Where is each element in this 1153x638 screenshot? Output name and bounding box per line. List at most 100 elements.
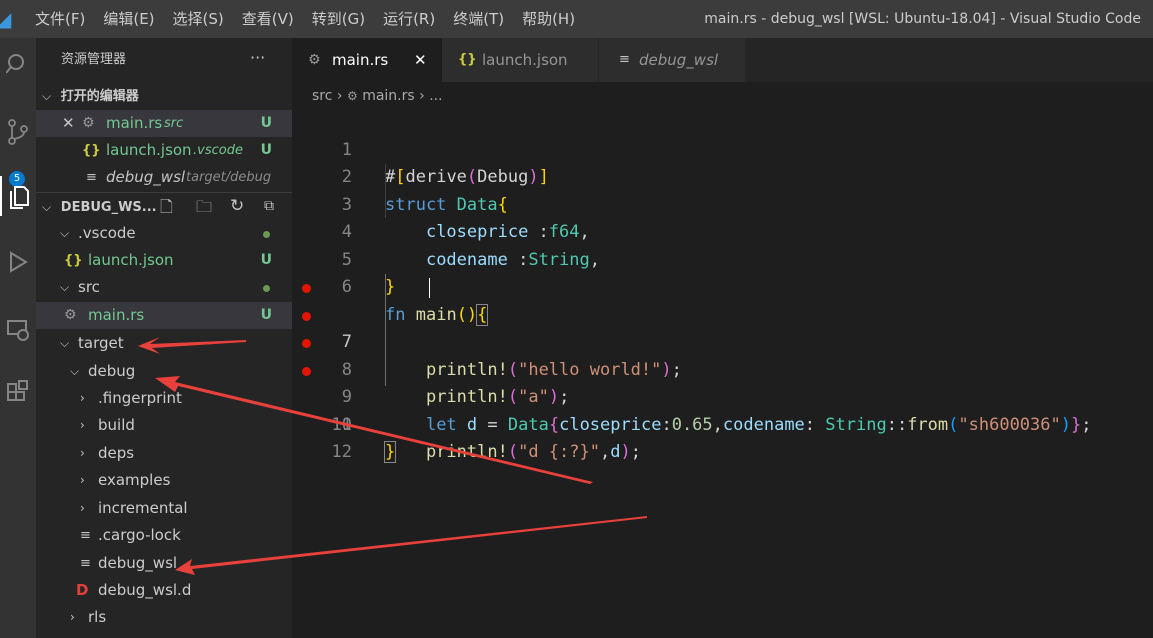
tree-label: debug [88,362,136,380]
chevron-down-icon: ⌵ [70,364,80,378]
code-line: 3 closeprice :f64, [292,164,1153,243]
chevron-right-icon: › [80,501,85,515]
modified-dot-icon [263,231,270,238]
tab-debug-wsl[interactable]: ≡ debug_wsl [599,38,745,82]
menu-selection[interactable]: 选择(S) [164,0,233,38]
tree-folder-vscode[interactable]: ⌵ .vscode [36,220,292,247]
explorer-sidebar: 资源管理器 ··· ⌵ 打开的编辑器 ✕ ⚙ main.rs src U {} … [36,38,292,638]
line-number: 12 [331,442,352,462]
close-icon[interactable]: ✕ [62,110,75,137]
text-file-icon: ≡ [619,52,630,67]
source-control-icon[interactable] [0,112,36,152]
tree-label: incremental [98,499,188,517]
rust-file-icon: ⚙ [308,52,321,68]
breadcrumb-file[interactable]: main.rs [362,88,414,104]
new-folder-icon[interactable]: 🗀 [196,193,212,220]
open-editor-name: launch.json [106,141,192,159]
tree-folder-debug[interactable]: ⌵ debug [36,358,292,385]
indent-guide-active [385,274,386,386]
menu-run[interactable]: 运行(R) [374,0,444,38]
remote-explorer-icon[interactable] [0,310,36,350]
open-editor-debug-wsl[interactable]: ≡ debug_wsl target/debug [36,164,292,191]
new-file-icon[interactable]: 🗋 [160,193,173,220]
menu-edit[interactable]: 编辑(E) [94,0,163,38]
chevron-right-icon: › [70,610,75,624]
code-line-current: 7 println!("hello world!"); [292,274,1153,380]
code-line: 1 #[derive(Debug)] [292,109,1153,188]
tree-label: .cargo-lock [98,526,181,544]
menu-terminal[interactable]: 终端(T) [444,0,513,38]
breadcrumb-folder[interactable]: src [312,88,332,104]
open-editor-desc: target/debug [186,170,272,185]
code-text: } [383,441,397,463]
tree-file-debug-wsl-d[interactable]: D debug_wsl.d [36,577,292,604]
tab-main-rs[interactable]: ⚙ main.rs ✕ [292,38,442,82]
explorer-title: 资源管理器 [61,52,127,67]
explorer-icon[interactable] [0,176,36,216]
menu-help[interactable]: 帮助(H) [513,0,584,38]
tree-label: .vscode [78,224,136,242]
open-editors-section[interactable]: ⌵ 打开的编辑器 [36,82,292,109]
chevron-down-icon: ⌵ [42,89,52,103]
tree-folder-build[interactable]: › build [36,412,292,439]
title-bar: ◢ 文件(F) 编辑(E) 选择(S) 查看(V) 转到(G) 运行(R) 终端… [0,0,1153,38]
tree-folder-src[interactable]: ⌵ src [36,274,292,301]
run-debug-icon[interactable] [0,242,36,282]
vscode-logo-icon: ◢ [0,7,12,31]
tree-folder-deps[interactable]: › deps [36,440,292,467]
open-editor-launch-json[interactable]: {} launch.json .vscode U [36,137,292,164]
menu-bar: 文件(F) 编辑(E) 选择(S) 查看(V) 转到(G) 运行(R) 终端(T… [26,0,584,38]
git-status-untracked: U [260,252,272,268]
breakpoint-icon[interactable] [302,311,311,321]
tree-folder-fingerprint[interactable]: › .fingerprint [36,385,292,412]
tree-file-launch-json[interactable]: {} launch.json U [36,247,292,274]
project-section[interactable]: ⌵ DEBUG_WS... 🗋 🗀 ↻ ⧉ [36,192,292,220]
breakpoint-icon[interactable] [302,339,311,348]
code-line: 10 println!("d {:?}",d); [292,357,1153,462]
json-file-icon: {} [82,143,101,158]
collapse-all-icon[interactable]: ⧉ [264,193,274,220]
code-line: 11 } [292,384,1153,463]
open-editor-desc: src [164,116,184,131]
rust-file-icon: ⚙ [82,115,95,131]
rust-file-icon: ⚙ [346,89,358,103]
tree-folder-incremental[interactable]: › incremental [36,495,292,522]
menu-view[interactable]: 查看(V) [233,0,303,38]
breadcrumb-symbol[interactable]: ... [429,88,442,104]
window-title: main.rs - debug_wsl [WSL: Ubuntu-18.04] … [704,11,1141,27]
open-editor-main-rs[interactable]: ✕ ⚙ main.rs src U [36,110,292,137]
search-icon[interactable] [0,44,36,84]
code-line: 4 codename :String, [292,192,1153,270]
tree-folder-rls[interactable]: › rls [36,604,292,631]
chevron-right-icon: › [80,473,85,487]
tab-launch-json[interactable]: {} launch.json [442,38,598,82]
chevron-right-icon: › [80,446,85,460]
tree-folder-examples[interactable]: › examples [36,467,292,494]
tree-file-cargo-lock[interactable]: ≡ .cargo-lock [36,522,292,549]
breadcrumb-separator-icon: › [419,88,425,104]
extensions-icon[interactable] [0,372,36,412]
tree-file-debug-wsl[interactable]: ≡ debug_wsl [36,550,292,577]
code-line: 6 fn main(){ [292,247,1153,326]
git-status-untracked: U [260,115,272,131]
menu-file[interactable]: 文件(F) [26,0,94,38]
tab-close-icon[interactable]: ✕ [414,38,427,82]
indent-guide [385,164,386,218]
breakpoint-icon[interactable] [302,284,311,293]
more-actions-icon[interactable]: ··· [250,38,265,82]
text-cursor [429,278,430,298]
json-file-icon: {} [64,253,83,268]
menu-go[interactable]: 转到(G) [303,0,374,38]
code-line: 5 } [292,219,1153,298]
tree-file-main-rs[interactable]: ⚙ main.rs U [36,302,292,329]
project-header: DEBUG_WS... [60,200,157,215]
code-line: 9 let d = Data{closeprice:0.65,codename:… [292,329,1153,435]
modified-dot-icon [263,285,270,292]
chevron-right-icon: › [80,391,85,405]
breakpoint-icon[interactable] [302,366,311,376]
text-file-icon: ≡ [80,528,91,543]
tree-folder-target[interactable]: ⌵ target [36,330,292,357]
tree-label: debug_wsl [98,554,178,572]
tree-label: .fingerprint [98,389,182,407]
refresh-icon[interactable]: ↻ [230,193,244,220]
